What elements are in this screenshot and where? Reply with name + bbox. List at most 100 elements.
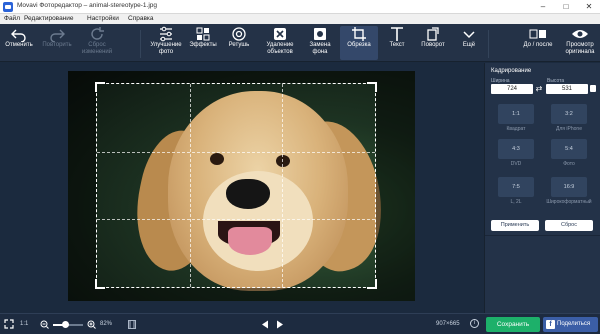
crop-panel: Кадрирование Ширина Высота 724 ⇄ 531 1:1… [484,63,600,313]
crop-label: Обрезка [347,42,371,48]
text-icon [391,27,403,41]
crop-handle-top-left[interactable] [95,82,105,92]
enhance-label-2: фото [158,48,174,55]
crop-button[interactable]: Обрезка [340,26,378,60]
apply-button[interactable]: Применить [491,220,539,231]
app-logo-icon [3,2,13,12]
share-label: Поделиться [557,321,591,327]
close-button[interactable]: ✕ [578,0,600,14]
crop-shade-top [96,71,376,83]
info-icon[interactable]: i [470,319,479,328]
ratio-1-1-button[interactable]: 1:1 [498,104,534,124]
zoom-out-icon[interactable] [40,320,49,329]
zoom-in-icon[interactable] [87,320,96,329]
ratio-3-2-button[interactable]: 3:2 [551,104,587,124]
menu-edit[interactable]: Редактирование [24,15,74,22]
replace-background-label-2: фона [312,48,328,55]
retouch-label: Ретушь [228,42,250,48]
status-bar: 1:1 82% 907×665 i Сохранить f Поделиться [0,313,600,334]
crop-grid-line [282,84,284,287]
menu-settings[interactable]: Настройки [87,15,119,22]
undo-button[interactable]: Отменить [2,26,36,60]
rotate-button[interactable]: Поворот [416,26,450,60]
reset-changes-button[interactable]: Сброс изменений [78,26,116,60]
toolbar: Отменить Повторить Сброс изменений Улучш… [0,24,600,62]
menu-file[interactable]: Файл [4,15,20,22]
share-button[interactable]: f Поделиться [543,317,598,332]
effects-icon [196,27,210,41]
ratio-16-9-button[interactable]: 16:9 [551,177,587,197]
sliders-icon [160,26,172,42]
lock-icon[interactable] [590,85,596,92]
minimize-button[interactable]: – [532,0,554,14]
maximize-button[interactable]: □ [555,0,577,14]
swap-icon[interactable]: ⇄ [534,84,544,94]
ratio-caption: Широкоформатный [546,199,592,205]
panel-divider [485,235,600,236]
view-original-button[interactable]: Просмотр оригинала [561,26,599,60]
eye-icon [572,30,588,38]
crop-handle-top-right[interactable] [367,82,377,92]
menu-help[interactable]: Справка [128,15,154,22]
rotate-icon [427,27,439,41]
fit-screen-icon[interactable] [4,319,14,329]
redo-button[interactable]: Повторить [38,26,76,60]
ratio-caption: Фото [563,161,575,167]
actual-size-button[interactable]: 1:1 [20,321,28,327]
crop-grid-line [97,219,375,221]
previous-image-icon[interactable] [261,320,269,329]
replace-background-button[interactable]: Замена фона [302,26,338,60]
zoom-slider-handle[interactable] [61,321,69,328]
save-button[interactable]: Сохранить [486,317,540,332]
reset-changes-label-2: изменений [81,48,113,55]
more-button[interactable]: Ещё [454,26,484,60]
next-image-icon[interactable] [276,320,284,329]
image-dimensions: 907×665 [436,321,460,327]
ratio-4-3-button[interactable]: 4:3 [498,139,534,159]
retouch-icon [232,27,246,41]
menu-bar: Файл Редактирование Настройки Справка [0,14,600,24]
crop-icon [352,27,366,41]
crop-shade-bottom [96,288,376,301]
width-input[interactable]: 724 [491,84,533,94]
retouch-button[interactable]: Ретушь [222,26,256,60]
rotate-label: Поворот [421,42,445,48]
before-after-icon [529,29,546,39]
remove-objects-icon [274,28,286,40]
text-label: Текст [389,42,405,48]
app-window: Movavi Фоторедактор – animal-stereotype-… [0,0,600,334]
ratio-7-5-button[interactable]: 7:5 [498,177,534,197]
text-button[interactable]: Текст [380,26,414,60]
toolbar-divider [140,30,141,58]
crop-handle-bottom-right[interactable] [367,279,377,289]
enhance-button[interactable]: Улучшение фото [146,26,186,60]
remove-objects-button[interactable]: Удаление объектов [260,26,300,60]
crop-frame[interactable] [95,82,377,289]
redo-label: Повторить [42,42,72,48]
effects-label: Эффекты [189,42,217,48]
before-after-button[interactable]: До / после [516,26,560,60]
zoom-level: 82% [100,321,113,327]
before-after-label: До / после [523,42,553,48]
crop-shade-right [376,71,415,301]
film-strip-icon[interactable] [128,320,136,329]
ratio-5-4-button[interactable]: 5:4 [551,139,587,159]
crop-handle-bottom-left[interactable] [95,279,105,289]
effects-button[interactable]: Эффекты [186,26,220,60]
view-original-label-1: Просмотр [566,42,594,48]
ratio-caption: DVD [510,161,522,167]
undo-icon [11,29,26,42]
toolbar-divider [488,30,489,58]
window-title: Movavi Фоторедактор – animal-stereotype-… [17,2,158,9]
canvas-area [0,63,484,313]
more-label: Ещё [462,42,476,48]
redo-icon [50,29,65,42]
reset-button[interactable]: Сброс [545,220,593,231]
height-input[interactable]: 531 [546,84,588,94]
refresh-icon [91,27,104,40]
zoom-slider[interactable] [53,321,83,328]
title-bar: Movavi Фоторедактор – animal-stereotype-… [0,0,600,14]
crop-grid-line [189,84,191,287]
crop-grid-line [97,151,375,153]
enhance-label-1: Улучшение [150,42,182,48]
